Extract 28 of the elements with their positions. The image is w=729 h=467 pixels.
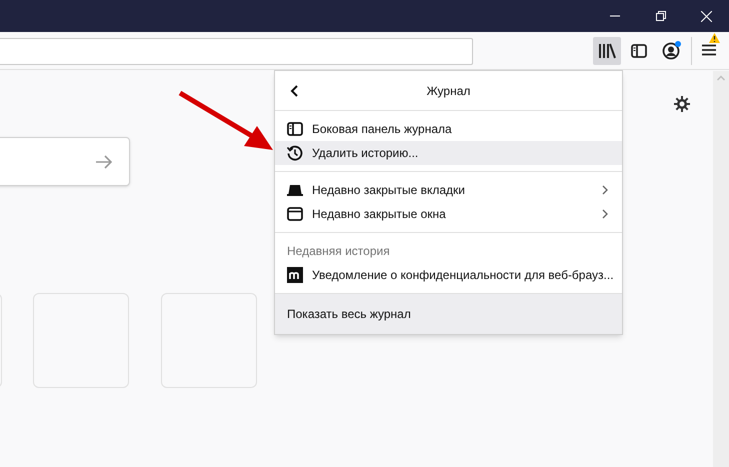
- library-button[interactable]: [593, 37, 621, 65]
- show-all-history-button[interactable]: Показать весь журнал: [275, 293, 622, 334]
- library-icon: [598, 43, 616, 59]
- settings-icon[interactable]: [674, 96, 690, 112]
- scrollbar[interactable]: [713, 71, 729, 467]
- site-tile[interactable]: [161, 293, 257, 388]
- site-favicon: [287, 267, 303, 283]
- sidebar-icon: [287, 122, 303, 136]
- panel-title: Журнал: [426, 82, 470, 100]
- menu-item[interactable]: Боковая панель журнала: [275, 117, 622, 141]
- account-icon: [662, 42, 680, 60]
- menu-item[interactable]: Уведомление о конфиденциальности для веб-брауз...: [275, 263, 622, 287]
- menu-item[interactable]: Недавно закрытые окна: [275, 202, 622, 226]
- site-tile[interactable]: [33, 293, 129, 388]
- tab-icon: [287, 184, 303, 196]
- history-icon: [287, 145, 303, 161]
- restore-icon[interactable]: [656, 11, 666, 21]
- arrow-right-icon[interactable]: [96, 154, 113, 168]
- close-icon[interactable]: [701, 10, 712, 22]
- window-icon: [287, 207, 303, 221]
- menu-item[interactable]: Недавно закрытые вкладки: [275, 178, 622, 202]
- warning-icon: [709, 33, 720, 43]
- back-icon[interactable]: [290, 85, 298, 97]
- sidebar-icon: [631, 44, 647, 58]
- menu-item[interactable]: Удалить историю...: [275, 141, 622, 165]
- address-field[interactable]: [0, 38, 473, 65]
- menu-icon: [702, 44, 716, 56]
- section-heading: Недавняя история: [286, 243, 391, 260]
